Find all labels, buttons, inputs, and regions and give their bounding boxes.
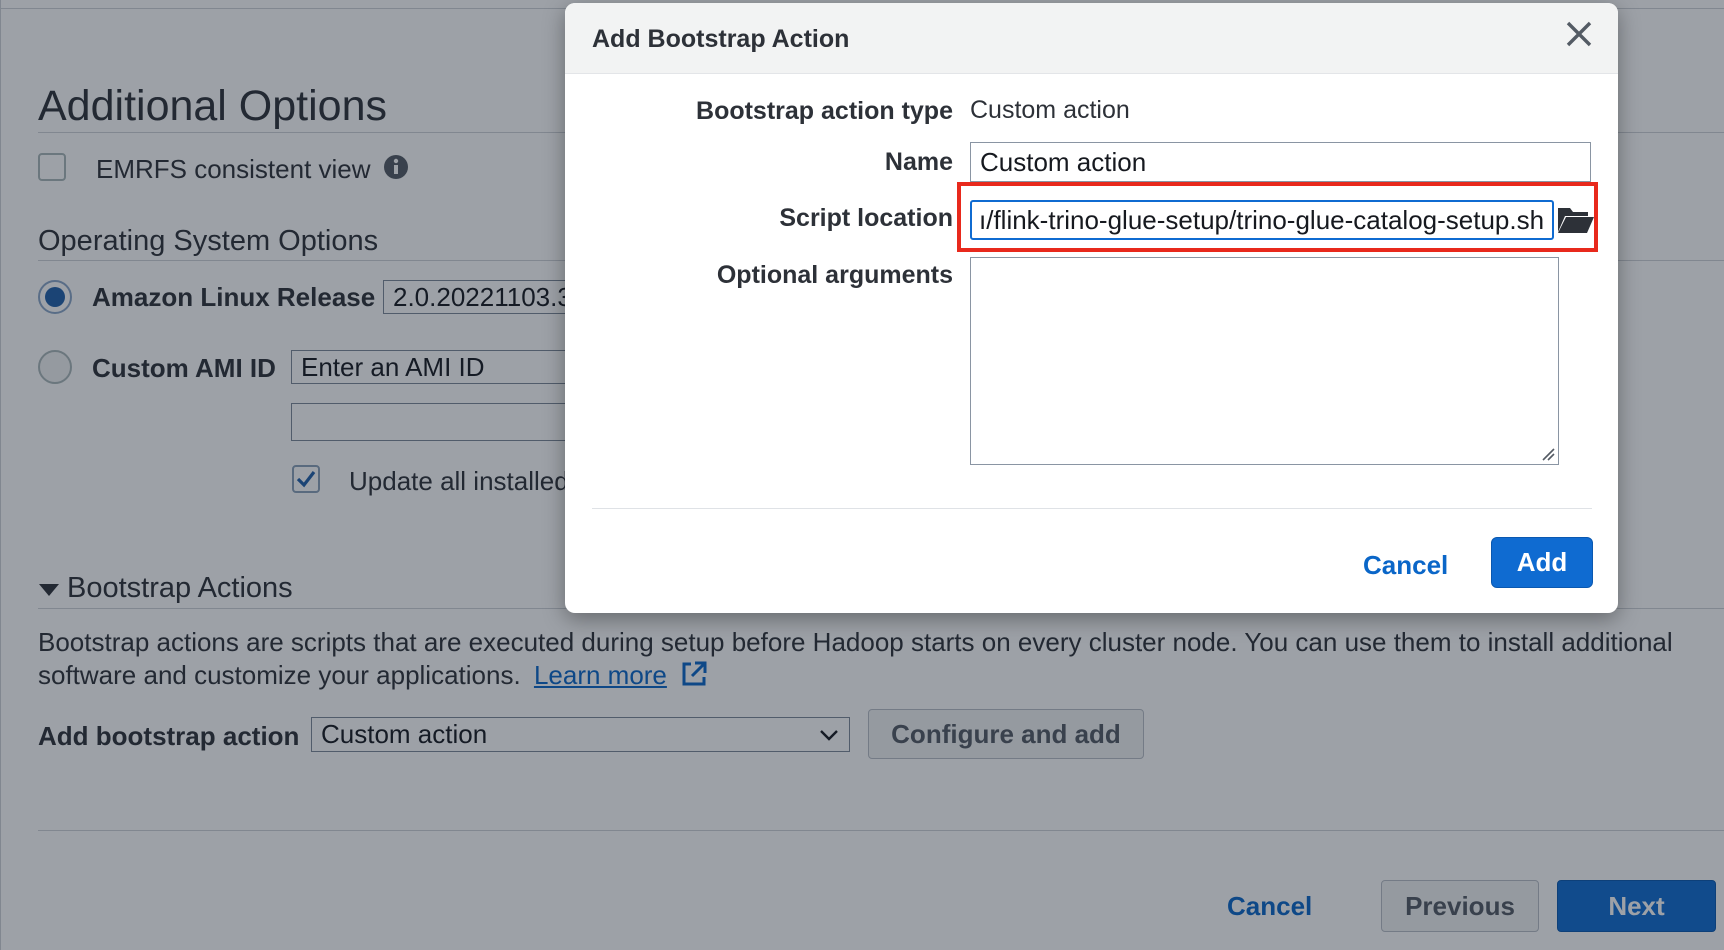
folder-open-icon[interactable] [1556,204,1596,236]
name-input[interactable]: Custom action [970,142,1591,182]
modal-footer-divider [592,508,1592,509]
modal-header: Add Bootstrap Action [565,3,1618,74]
optional-arguments-textarea[interactable] [970,257,1559,465]
modal-add-button[interactable]: Add [1491,537,1593,588]
bootstrap-action-type-label: Bootstrap action type [696,97,953,125]
page: Additional Options EMRFS consistent view… [0,0,1724,950]
script-location-label: Script location [779,204,953,232]
modal-cancel-button[interactable]: Cancel [1363,550,1448,581]
name-label: Name [884,148,953,176]
script-location-input[interactable]: ı/flink-trino-glue-setup/trino-glue-cata… [970,200,1554,240]
optional-arguments-label: Optional arguments [716,261,953,289]
modal-title: Add Bootstrap Action [592,25,850,53]
add-bootstrap-action-modal: Add Bootstrap Action Bootstrap action ty… [565,3,1618,613]
close-icon[interactable] [1564,19,1594,49]
bootstrap-action-type-value: Custom action [970,96,1130,124]
resize-handle-icon[interactable] [1541,447,1555,461]
